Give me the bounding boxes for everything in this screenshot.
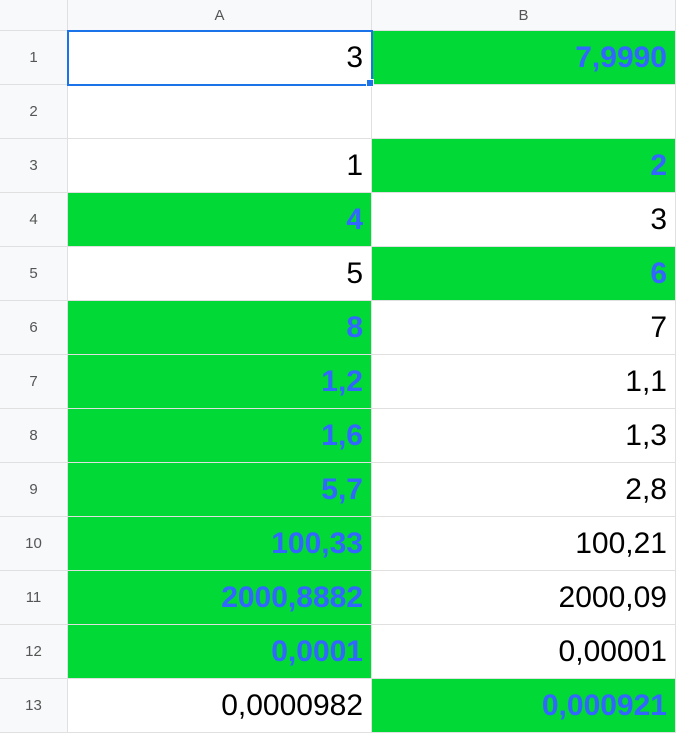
row-header-10[interactable]: 10 xyxy=(0,517,68,571)
row-header-4[interactable]: 4 xyxy=(0,193,68,247)
row-header-6[interactable]: 6 xyxy=(0,301,68,355)
row-header-11[interactable]: 11 xyxy=(0,571,68,625)
row-header-5[interactable]: 5 xyxy=(0,247,68,301)
cell-B8[interactable]: 1,3 xyxy=(372,409,676,463)
cell-B12[interactable]: 0,00001 xyxy=(372,625,676,679)
cell-A10[interactable]: 100,33 xyxy=(68,517,372,571)
cell-A13[interactable]: 0,0000982 xyxy=(68,679,372,733)
col-header-A[interactable]: A xyxy=(68,0,372,31)
cell-B5[interactable]: 6 xyxy=(372,247,676,301)
cell-A5[interactable]: 5 xyxy=(68,247,372,301)
row-header-12[interactable]: 12 xyxy=(0,625,68,679)
row-header-7[interactable]: 7 xyxy=(0,355,68,409)
cell-A7[interactable]: 1,2 xyxy=(68,355,372,409)
cell-B11[interactable]: 2000,09 xyxy=(372,571,676,625)
cell-B2[interactable] xyxy=(372,85,676,139)
cell-B6[interactable]: 7 xyxy=(372,301,676,355)
row-header-2[interactable]: 2 xyxy=(0,85,68,139)
cell-A11[interactable]: 2000,8882 xyxy=(68,571,372,625)
col-header-B[interactable]: B xyxy=(372,0,676,31)
cell-A8[interactable]: 1,6 xyxy=(68,409,372,463)
spreadsheet-grid: A B 1 3 7,9990 2 3 1 2 4 4 3 5 5 6 6 8 7… xyxy=(0,0,678,733)
select-all-corner[interactable] xyxy=(0,0,68,31)
cell-B10[interactable]: 100,21 xyxy=(372,517,676,571)
cell-B1[interactable]: 7,9990 xyxy=(372,31,676,85)
row-header-8[interactable]: 8 xyxy=(0,409,68,463)
cell-A3[interactable]: 1 xyxy=(68,139,372,193)
cell-B3[interactable]: 2 xyxy=(372,139,676,193)
row-header-9[interactable]: 9 xyxy=(0,463,68,517)
cell-A12[interactable]: 0,0001 xyxy=(68,625,372,679)
cell-B13[interactable]: 0,000921 xyxy=(372,679,676,733)
row-header-3[interactable]: 3 xyxy=(0,139,68,193)
row-header-1[interactable]: 1 xyxy=(0,31,68,85)
cell-B7[interactable]: 1,1 xyxy=(372,355,676,409)
cell-A1[interactable]: 3 xyxy=(68,31,372,85)
cell-A9[interactable]: 5,7 xyxy=(68,463,372,517)
cell-B9[interactable]: 2,8 xyxy=(372,463,676,517)
cell-A4[interactable]: 4 xyxy=(68,193,372,247)
row-header-13[interactable]: 13 xyxy=(0,679,68,733)
cell-A2[interactable] xyxy=(68,85,372,139)
cell-A6[interactable]: 8 xyxy=(68,301,372,355)
cell-B4[interactable]: 3 xyxy=(372,193,676,247)
